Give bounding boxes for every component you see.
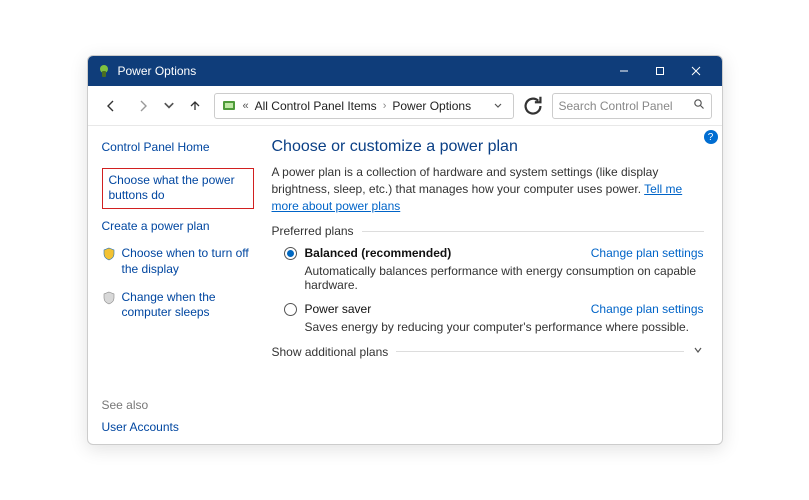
user-accounts-link[interactable]: User Accounts (102, 420, 179, 434)
search-icon (693, 98, 705, 113)
preferred-plans-label: Preferred plans (272, 224, 704, 238)
chevron-left-double-icon: « (243, 100, 249, 112)
see-also-header: See also (102, 398, 179, 412)
description-text: A power plan is a collection of hardware… (272, 165, 659, 196)
plan-balanced-desc: Automatically balances performance with … (305, 264, 704, 292)
sidebar-create-plan-link[interactable]: Create a power plan (102, 219, 254, 235)
shield-icon (102, 291, 116, 305)
plan-power-saver-name: Power saver (305, 302, 372, 316)
sidebar-turn-off-display-link[interactable]: Choose when to turn off the display (102, 246, 254, 277)
control-panel-icon (221, 98, 237, 114)
toolbar: « All Control Panel Items › Power Option… (88, 86, 722, 126)
sidebar-home-link[interactable]: Control Panel Home (102, 140, 254, 156)
plan-power-saver: Power saver Change plan settings Saves e… (284, 302, 704, 334)
plan-power-saver-desc: Saves energy by reducing your computer's… (305, 320, 704, 334)
sidebar: Control Panel Home Choose what the power… (88, 126, 264, 444)
chevron-right-icon: › (383, 100, 387, 112)
breadcrumb-item[interactable]: Power Options (392, 99, 471, 113)
window-title: Power Options (118, 64, 197, 78)
sidebar-power-buttons-link[interactable]: Choose what the power buttons do (102, 168, 254, 209)
close-button[interactable] (678, 56, 714, 86)
forward-button[interactable] (130, 93, 156, 119)
page-description: A power plan is a collection of hardware… (272, 164, 704, 214)
see-also-section: See also User Accounts (102, 398, 179, 434)
sidebar-change-sleep-link[interactable]: Change when the computer sleeps (102, 290, 254, 321)
refresh-button[interactable] (520, 93, 546, 119)
app-icon (96, 63, 112, 79)
body: Control Panel Home Choose what the power… (88, 126, 722, 444)
page-heading: Choose or customize a power plan (272, 138, 704, 156)
plan-power-saver-radio[interactable] (284, 303, 297, 316)
plan-balanced-change-link[interactable]: Change plan settings (591, 246, 704, 260)
show-additional-plans[interactable]: Show additional plans (272, 344, 704, 359)
minimize-button[interactable] (606, 56, 642, 86)
help-icon[interactable]: ? (704, 130, 718, 144)
address-bar[interactable]: « All Control Panel Items › Power Option… (214, 93, 514, 119)
search-input[interactable]: Search Control Panel (552, 93, 712, 119)
shield-icon (102, 247, 116, 261)
plan-power-saver-change-link[interactable]: Change plan settings (591, 302, 704, 316)
titlebar: Power Options (88, 56, 722, 86)
main-content: ? Choose or customize a power plan A pow… (264, 126, 722, 444)
back-button[interactable] (98, 93, 124, 119)
up-button[interactable] (182, 93, 208, 119)
plan-balanced-name: Balanced (recommended) (305, 246, 452, 260)
breadcrumb-item[interactable]: All Control Panel Items (255, 99, 377, 113)
plan-balanced: Balanced (recommended) Change plan setti… (284, 246, 704, 292)
maximize-button[interactable] (642, 56, 678, 86)
chevron-down-icon (692, 344, 704, 359)
search-placeholder: Search Control Panel (559, 99, 693, 113)
plan-balanced-radio[interactable] (284, 247, 297, 260)
recent-dropdown[interactable] (162, 93, 176, 119)
window: Power Options « All Control Panel Items … (87, 55, 723, 445)
